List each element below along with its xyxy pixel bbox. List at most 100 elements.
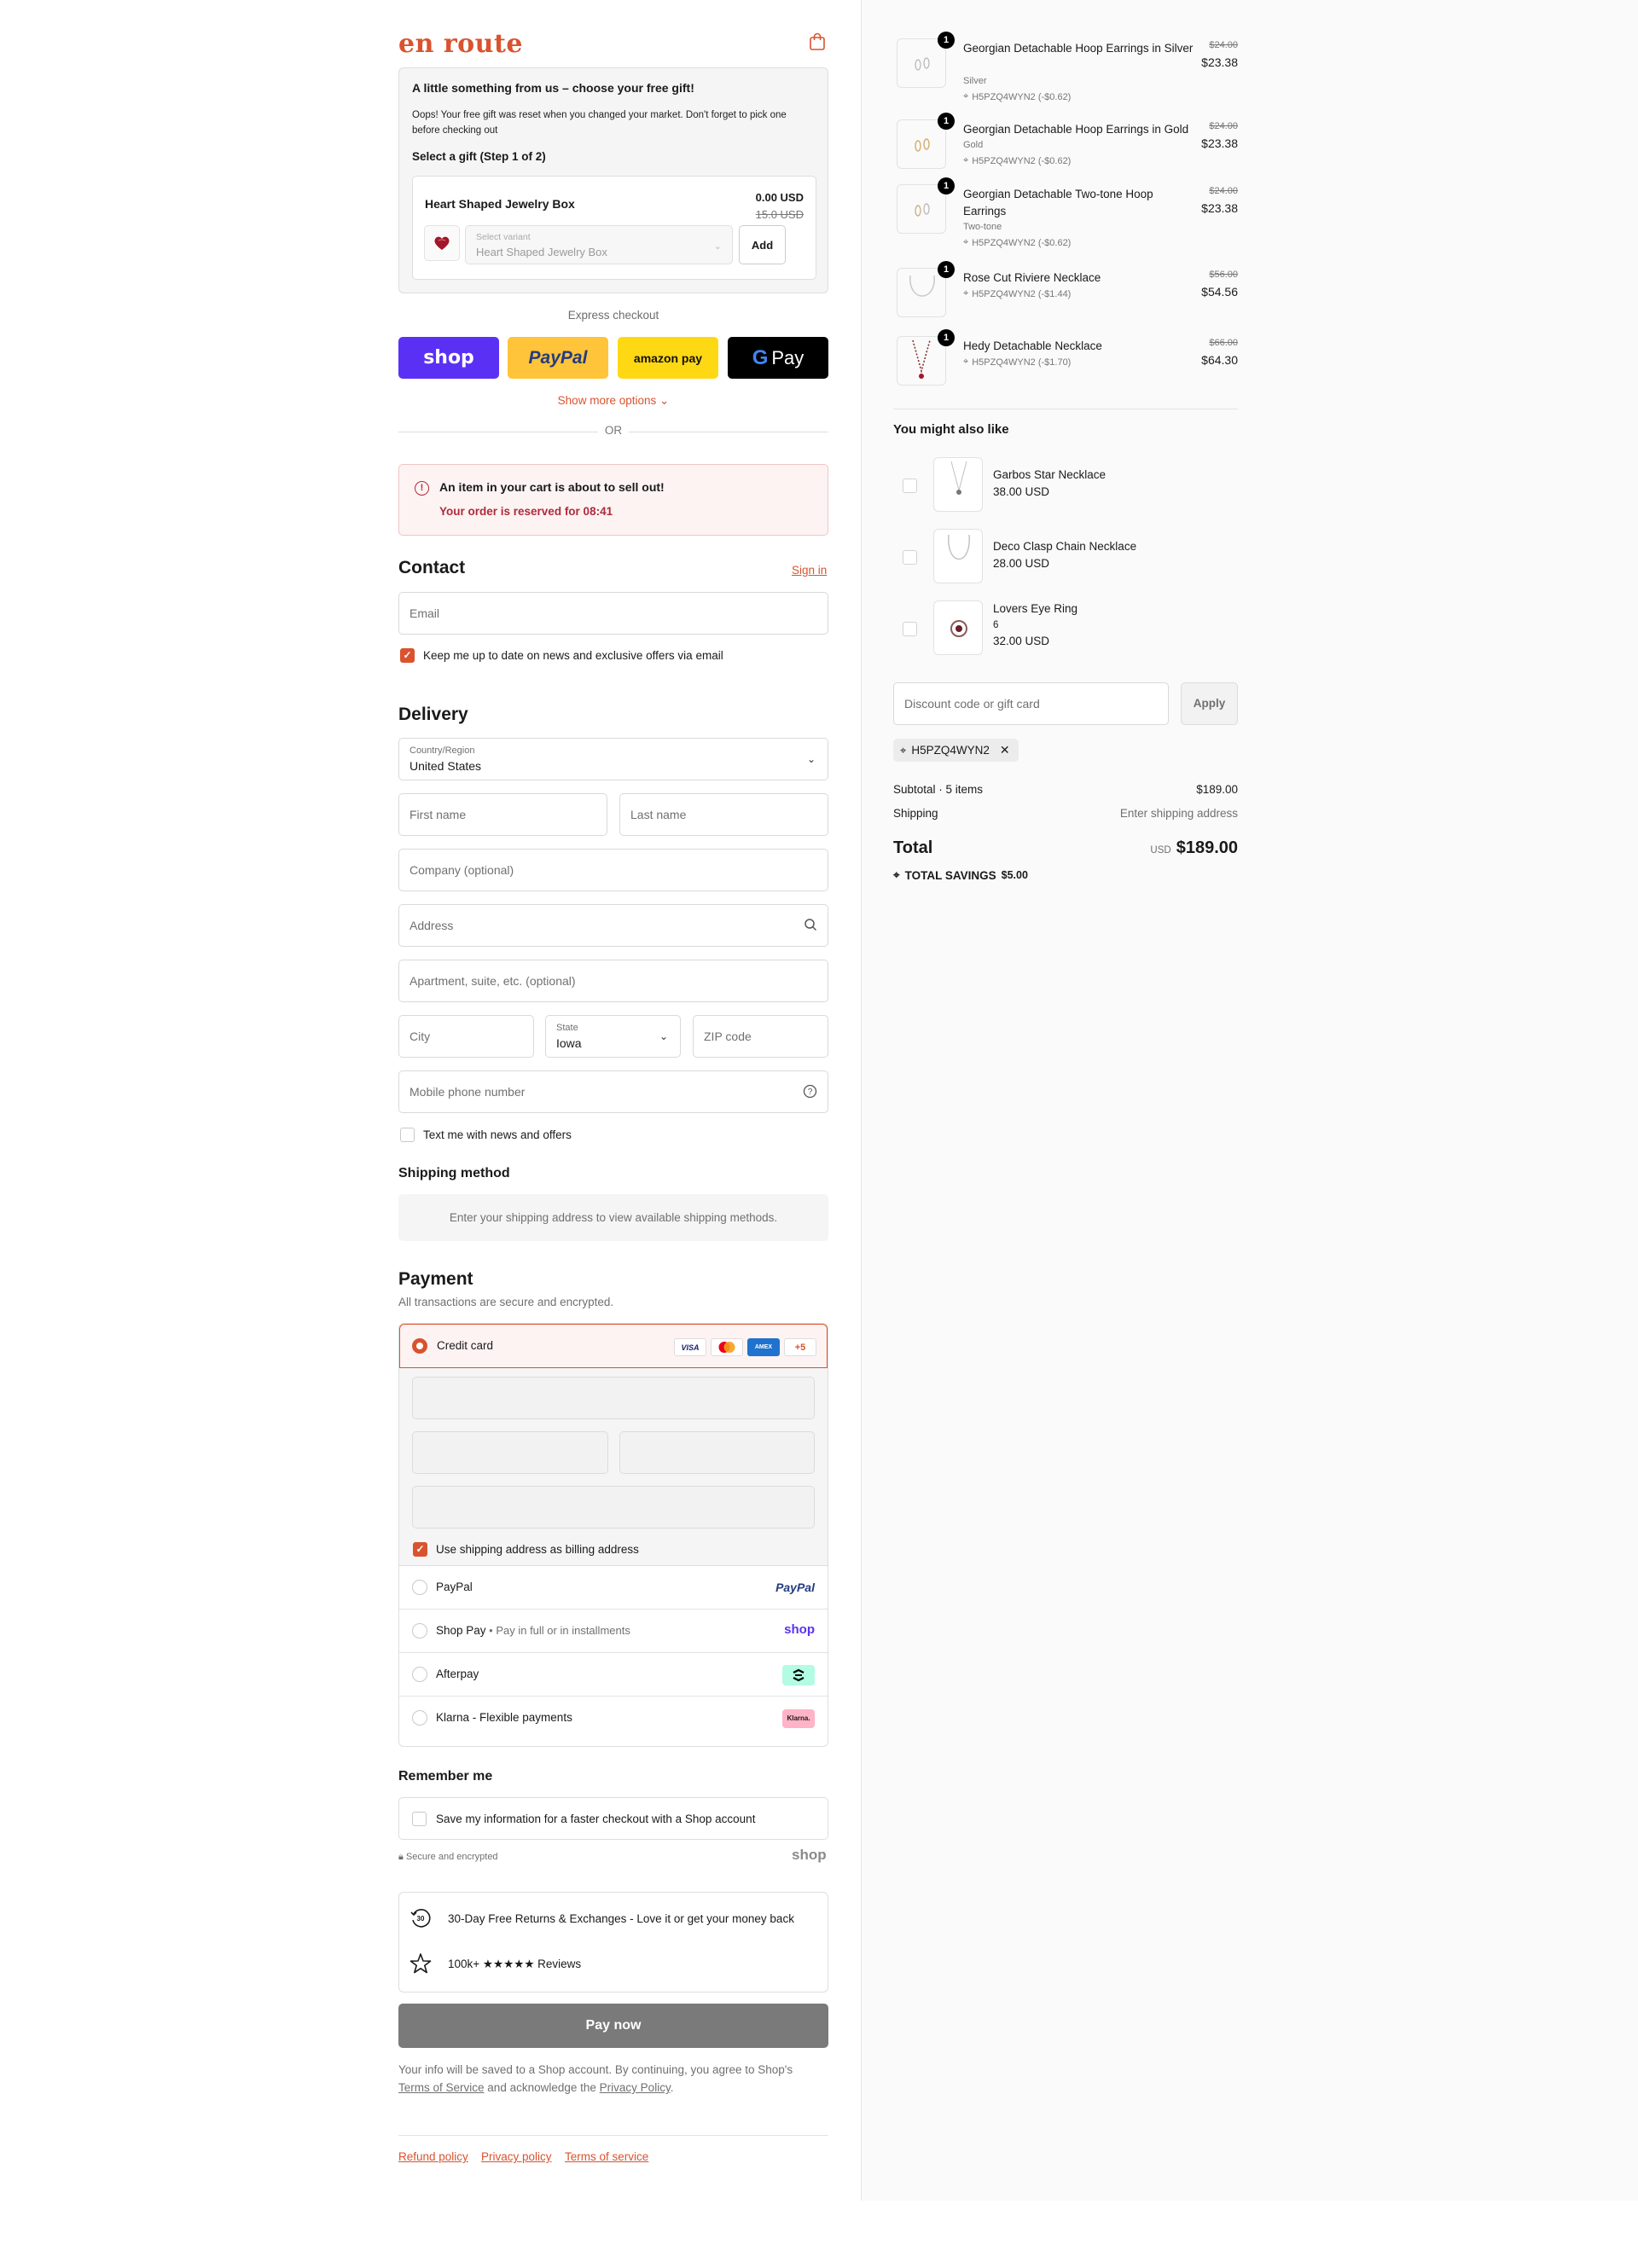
secure-note: 🔒︎ Secure and encrypted [398,1852,498,1863]
name-on-card-field[interactable] [412,1486,815,1528]
gift-variant-select[interactable]: Select variant Heart Shaped Jewelry Box … [465,225,733,264]
payment-option-klarna[interactable]: Klarna - Flexible payments Klarna. [399,1697,828,1740]
google-g-icon: G [752,345,769,369]
save-info-checkbox[interactable] [412,1812,427,1826]
first-name-field[interactable]: First name [398,793,607,836]
apartment-field[interactable]: Apartment, suite, etc. (optional) [398,960,828,1002]
apply-discount-button[interactable]: Apply [1181,682,1238,725]
email-field[interactable]: Email [398,592,828,635]
afterpay-label: Afterpay [436,1668,479,1680]
terms-of-service-footer-link[interactable]: Terms of service [565,2150,648,2163]
total-currency: USD [1150,845,1171,856]
discount-code-field[interactable]: Discount code or gift card [893,682,1169,725]
klarna-radio[interactable] [412,1710,427,1726]
alert-title: An item in your cart is about to sell ou… [439,480,665,494]
address-field[interactable]: Address [398,904,828,947]
item-discount: ⌖ H5PZQ4WYN2 (-$1.70) [963,357,1071,368]
refund-policy-link[interactable]: Refund policy [398,2150,468,2163]
credit-card-label: Credit card [437,1339,494,1352]
brand-logo[interactable]: en route [398,29,523,59]
zip-field[interactable]: ZIP code [693,1015,828,1058]
add-suggestion-checkbox[interactable] [903,622,917,636]
shop-pay-button[interactable]: shop [398,337,499,379]
product-thumbnail [933,600,983,655]
add-gift-button[interactable]: Add [739,225,786,264]
privacy-policy-link[interactable]: Privacy Policy [600,2081,671,2094]
shop-logo: shop [784,1622,815,1637]
sign-in-link[interactable]: Sign in [792,564,827,577]
shipping-label: Shipping [893,807,938,820]
payment-option-afterpay[interactable]: Afterpay [399,1653,828,1697]
close-icon[interactable]: ✕ [1000,743,1010,757]
payment-option-shop-pay[interactable]: Shop Pay • Pay in full or in installment… [399,1610,828,1653]
amazon-pay-button[interactable]: amazon pay [618,337,718,379]
shop-pay-name: Shop Pay [436,1624,486,1637]
last-name-field[interactable]: Last name [619,793,828,836]
terms-of-service-link[interactable]: Terms of Service [398,2081,485,2094]
expiration-date-field[interactable] [412,1431,608,1474]
text-me-checkbox[interactable] [400,1128,415,1142]
card-number-field[interactable] [412,1377,815,1419]
privacy-policy-footer-link[interactable]: Privacy policy [481,2150,552,2163]
mastercard-icon [711,1338,743,1356]
billing-same-checkbox[interactable]: ✓ [413,1542,427,1557]
help-circle-icon[interactable]: ? [803,1084,817,1099]
add-suggestion-checkbox[interactable] [903,479,917,493]
terms-text-3: . [670,2081,674,2094]
item-variant: Gold [963,140,984,150]
company-field[interactable]: Company (optional) [398,849,828,891]
address-placeholder: Address [410,919,454,932]
payment-option-paypal[interactable]: PayPal PayPal [399,1566,828,1610]
news-checkbox[interactable]: ✓ [400,648,415,663]
paypal-logo: PayPal [775,1581,815,1594]
secure-text: Secure and encrypted [405,1852,498,1862]
product-thumbnail [897,38,946,88]
afterpay-radio[interactable] [412,1667,427,1682]
amazon-pay-logo: amazon pay [633,351,703,365]
email-placeholder: Email [410,606,440,620]
reviews-perk-text: 100k+ ★★★★★ Reviews [448,1958,582,1970]
paypal-radio[interactable] [412,1580,427,1595]
shop-pay-label: Shop Pay • Pay in full or in installment… [436,1624,630,1637]
checkout-main: en route A little something from us – ch… [0,0,861,2201]
google-pay-button[interactable]: G Pay [728,337,828,379]
add-suggestion-checkbox[interactable] [903,550,917,565]
pay-now-button[interactable]: Pay now [398,2004,828,2048]
item-discount-text: H5PZQ4WYN2 (-$0.62) [972,155,1072,166]
terms-text-1: Your info will be saved to a Shop accoun… [398,2063,793,2076]
suggestion-option: 6 [993,620,999,630]
variant-value: Heart Shaped Jewelry Box [476,246,607,258]
city-field[interactable]: City [398,1015,534,1058]
total-savings: ⌖ TOTAL SAVINGS $5.00 [893,868,1028,882]
remember-me-box: Save my information for a faster checkou… [398,1797,828,1840]
visa-icon: VISA [674,1338,706,1356]
tag-icon: ⌖ [963,237,969,247]
phone-field[interactable]: Mobile phone number ? [398,1070,828,1113]
payment-option-credit-card[interactable]: Credit card VISA AMEX +5 [399,1324,828,1368]
shop-pay-radio[interactable] [412,1623,427,1639]
shopping-bag-icon[interactable] [809,32,826,51]
item-discount-text: H5PZQ4WYN2 (-$0.62) [972,91,1072,102]
shipping-method-heading: Shipping method [398,1166,510,1180]
item-old-price: $24.00 [1209,121,1238,131]
first-name-placeholder: First name [410,808,467,821]
security-code-field[interactable] [619,1431,815,1474]
state-select[interactable]: State Iowa ⌄ [545,1015,681,1058]
cart-item: 1 Georgian Detachable Hoop Earrings in S… [897,32,1238,102]
suggested-product: Lovers Eye Ring 6 32.00 USD [897,600,1238,658]
klarna-label: Klarna - Flexible payments [436,1711,572,1724]
free-gift-panel: A little something from us – choose your… [398,67,828,293]
paypal-button[interactable]: PayPal [508,337,608,379]
gift-thumbnail [424,225,460,261]
credit-card-radio[interactable] [412,1338,427,1354]
city-placeholder: City [410,1030,431,1043]
shipping-value: Enter shipping address [1119,807,1238,820]
remember-me-heading: Remember me [398,1769,493,1784]
billing-same-label: Use shipping address as billing address [436,1543,639,1556]
shop-logo: shop [792,1847,827,1863]
klarna-logo: Klarna. [782,1709,815,1728]
shop-terms-note: Your info will be saved to a Shop accoun… [398,2061,828,2097]
quantity-badge: 1 [938,177,955,194]
country-select[interactable]: Country/Region United States ⌄ [398,738,828,780]
show-more-options-link[interactable]: Show more options ⌄ [398,394,828,408]
